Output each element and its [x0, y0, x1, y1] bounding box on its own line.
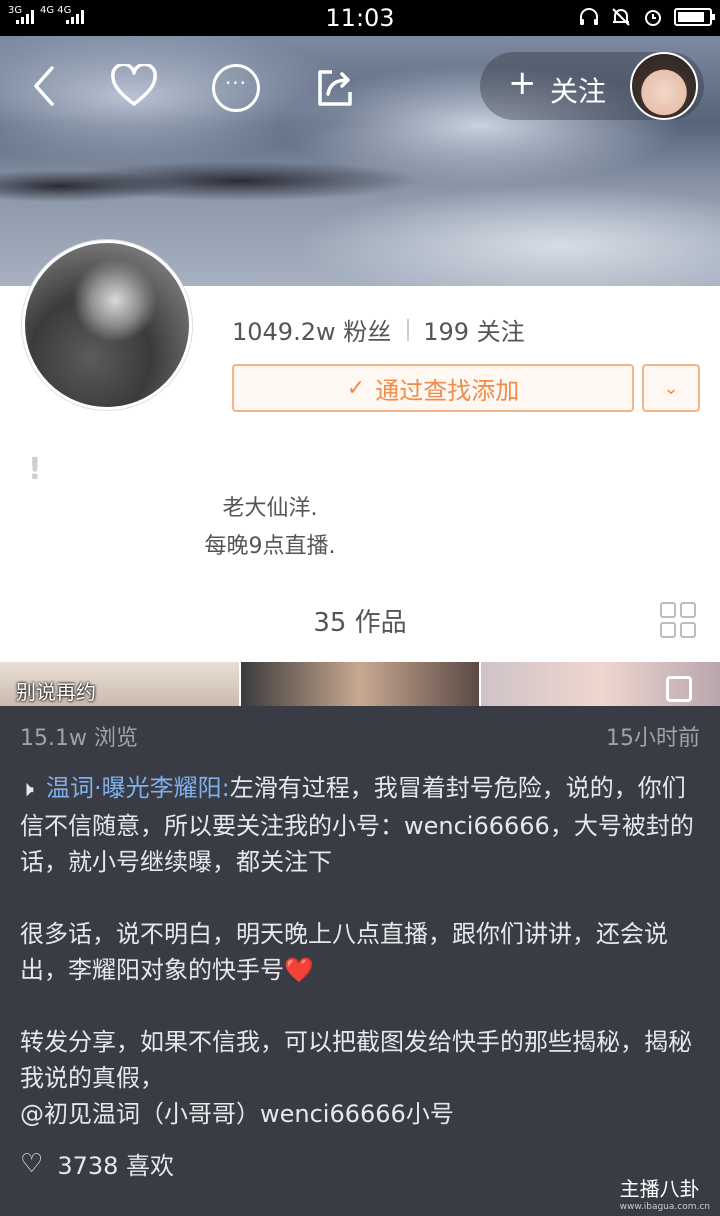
work-thumb[interactable] [481, 662, 720, 708]
headphones-icon [580, 8, 598, 25]
post-mention[interactable]: @初见温词（小哥哥）wenci66666小号 [20, 1100, 454, 1128]
bio-line-2: 每晚9点直播. [204, 534, 336, 559]
likes-count: 3738 喜欢 [57, 1152, 175, 1180]
alarm-icon [645, 10, 661, 26]
follow-label: 关注 [550, 75, 607, 108]
post-time: 15小时前 [606, 726, 700, 751]
avatar[interactable] [22, 240, 192, 410]
screen: 3G 4G 4G 11:03 ··· + 关注 1049.2w 粉丝 199 关… [0, 0, 720, 1216]
post-paragraph: 转发分享，如果不信我，可以把截图发给快手的那些揭秘，揭秘我说的真假， @初见温词… [20, 1024, 700, 1132]
likes-row[interactable]: ♡ 3738 喜欢 [20, 1146, 174, 1181]
heart-emoji-icon: ❤️ [284, 956, 314, 984]
post-detail-panel: 15.1w 浏览 15小时前 🕨 温词·曝光李耀阳:左滑有过程，我冒着封号危险，说… [0, 706, 720, 1216]
check-icon: ✓ [346, 375, 366, 401]
bio-line-1: 老大仙洋. [222, 496, 318, 521]
view-count: 15.1w 浏览 [20, 726, 138, 751]
works-count: 35 作品 [313, 608, 407, 638]
status-bar: 3G 4G 4G 11:03 [0, 0, 720, 36]
works-grid: 别说再约 [0, 662, 720, 708]
exclamation-icon: ! [28, 452, 42, 487]
thumb-caption: 别说再约 [16, 680, 96, 704]
status-icons [578, 6, 715, 28]
battery-icon [674, 8, 715, 26]
header-avatar[interactable] [630, 52, 698, 120]
follow-button[interactable]: + 关注 [480, 52, 704, 120]
like-heart-icon[interactable]: ♡ [20, 1149, 43, 1179]
watermark-url: www.ibagua.com.cn [619, 1202, 710, 1212]
find-add-label: 通过查找添加 [375, 376, 520, 405]
more-options-icon[interactable]: ··· [212, 64, 260, 112]
dropdown-button[interactable]: ⌄ [642, 364, 700, 412]
speaker-icon: 🕨 [20, 777, 34, 802]
post-text-3: 转发分享，如果不信我，可以把截图发给快手的那些揭秘，揭秘我说的真假， [20, 1028, 692, 1092]
post-text-2: 很多话，说不明白，明天晚上八点直播，跟你们讲讲，还会说出，李耀阳对象的快手号 [20, 920, 668, 984]
grid-view-icon[interactable] [660, 602, 696, 638]
post-body: 🕨 温词·曝光李耀阳:左滑有过程，我冒着封号危险，说的，你们信不信随意，所以要关注… [20, 770, 700, 1132]
profile-stats: 1049.2w 粉丝 199 关注 [232, 312, 525, 347]
back-icon[interactable] [28, 64, 68, 108]
work-thumb[interactable] [240, 662, 480, 708]
share-icon[interactable] [314, 66, 356, 108]
followers-count[interactable]: 1049.2w 粉丝 [232, 312, 391, 347]
stats-divider [407, 318, 410, 341]
multi-photo-icon [666, 676, 693, 702]
heart-icon[interactable] [110, 64, 158, 108]
chevron-down-icon: ⌄ [663, 377, 679, 399]
following-count[interactable]: 199 关注 [423, 312, 524, 347]
find-add-button[interactable]: ✓ 通过查找添加 [232, 364, 634, 412]
watermark-text: 主播八卦 [619, 1177, 700, 1201]
post-paragraph: 🕨 温词·曝光李耀阳:左滑有过程，我冒着封号危险，说的，你们信不信随意，所以要关注… [20, 770, 700, 880]
mute-bell-icon [612, 8, 630, 26]
post-author[interactable]: 温词·曝光李耀阳: [46, 774, 230, 802]
watermark-logo: 主播八卦 www.ibagua.com.cn [620, 1173, 710, 1212]
work-thumb[interactable]: 别说再约 [0, 662, 239, 708]
post-paragraph: 很多话，说不明白，明天晚上八点直播，跟你们讲讲，还会说出，李耀阳对象的快手号❤️ [20, 916, 700, 988]
plus-icon: + [508, 63, 537, 103]
